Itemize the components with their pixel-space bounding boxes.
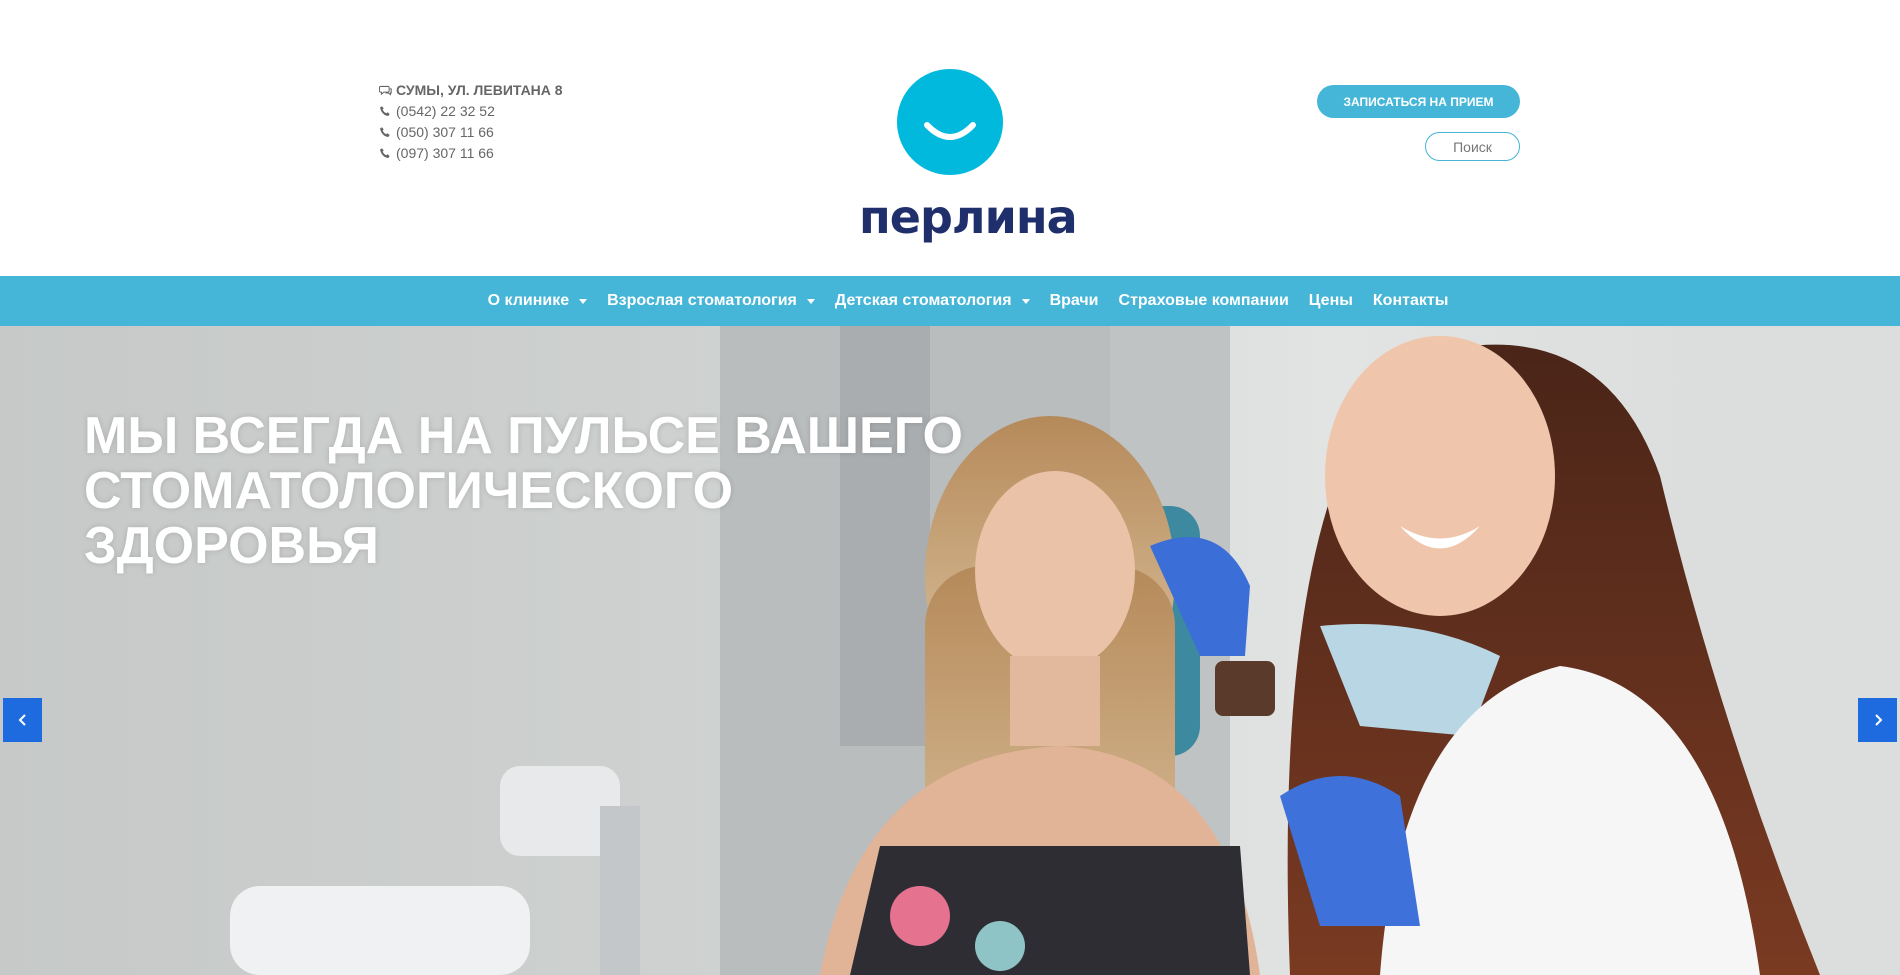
nav-item-label: Контакты	[1372, 292, 1449, 309]
nav-item-label: Страховые компании	[1118, 292, 1289, 309]
nav-item-adult-dentistry[interactable]: Взрослая стоматология	[597, 292, 825, 310]
site-header: СУМЫ, УЛ. ЛЕВИТАНА 8 (0542) 22 32 52 (05…	[0, 0, 1900, 276]
phone-icon	[379, 105, 392, 118]
hero-title-line: МЫ ВСЕГДА НА ПУЛЬСЕ ВАШЕГО	[84, 407, 963, 465]
nav-item-label: О клинике	[487, 292, 570, 309]
phone-line[interactable]: (0542) 22 32 52	[379, 101, 563, 122]
nav-item-about[interactable]: О клинике	[478, 292, 598, 310]
hero-slider: МЫ ВСЕГДА НА ПУЛЬСЕ ВАШЕГО СТОМАТОЛОГИЧЕ…	[0, 326, 1900, 975]
nav-item-insurance[interactable]: Страховые компании	[1109, 292, 1299, 310]
hero-title: МЫ ВСЕГДА НА ПУЛЬСЕ ВАШЕГО СТОМАТОЛОГИЧЕ…	[84, 409, 984, 574]
phone-line[interactable]: (097) 307 11 66	[379, 143, 563, 164]
nav-item-prices[interactable]: Цены	[1299, 292, 1363, 310]
slider-next-button[interactable]	[1858, 698, 1897, 742]
nav-item-kids-dentistry[interactable]: Детская стоматология	[825, 292, 1040, 310]
nav-item-label: Детская стоматология	[834, 292, 1012, 309]
phone-icon	[379, 126, 392, 139]
hero-title-line: СТОМАТОЛОГИЧЕСКОГО	[84, 462, 734, 520]
page: СУМЫ, УЛ. ЛЕВИТАНА 8 (0542) 22 32 52 (05…	[0, 0, 1900, 975]
hero-title-line: ЗДОРОВЬЯ	[84, 517, 379, 575]
phone-text: (050) 307 11 66	[396, 124, 494, 140]
appointment-button[interactable]: ЗАПИСАТЬСЯ НА ПРИЕМ	[1317, 85, 1520, 118]
logo-text: перлина	[859, 190, 1078, 244]
logo[interactable]: перлина	[859, 68, 1078, 248]
contact-block: СУМЫ, УЛ. ЛЕВИТАНА 8 (0542) 22 32 52 (05…	[379, 80, 563, 164]
logo-smile-circle	[897, 69, 1003, 175]
nav-list: О клинике Взрослая стоматология Детская …	[478, 292, 1459, 310]
phone-text: (097) 307 11 66	[396, 145, 494, 161]
nav-item-label: Взрослая стоматология	[607, 292, 797, 309]
caret-down-icon	[1021, 298, 1030, 304]
caret-down-icon	[579, 298, 588, 304]
slider-prev-button[interactable]	[3, 698, 42, 742]
caret-down-icon	[806, 298, 815, 304]
nav-item-doctors[interactable]: Врачи	[1040, 292, 1109, 310]
phone-icon	[379, 147, 392, 160]
nav-item-label: Врачи	[1049, 292, 1099, 309]
nav-item-contacts[interactable]: Контакты	[1363, 292, 1458, 310]
address-line: СУМЫ, УЛ. ЛЕВИТАНА 8	[379, 80, 563, 101]
nav-item-label: Цены	[1308, 292, 1353, 309]
chat-icon	[379, 84, 392, 97]
main-nav: О клинике Взрослая стоматология Детская …	[0, 276, 1900, 326]
chevron-right-icon	[1874, 714, 1882, 726]
phone-line[interactable]: (050) 307 11 66	[379, 122, 563, 143]
smile-icon	[924, 122, 976, 140]
chevron-left-icon	[18, 714, 26, 726]
search-button[interactable]: Поиск	[1425, 132, 1520, 161]
phone-text: (0542) 22 32 52	[396, 103, 495, 119]
address-text: СУМЫ, УЛ. ЛЕВИТАНА 8	[396, 82, 563, 98]
